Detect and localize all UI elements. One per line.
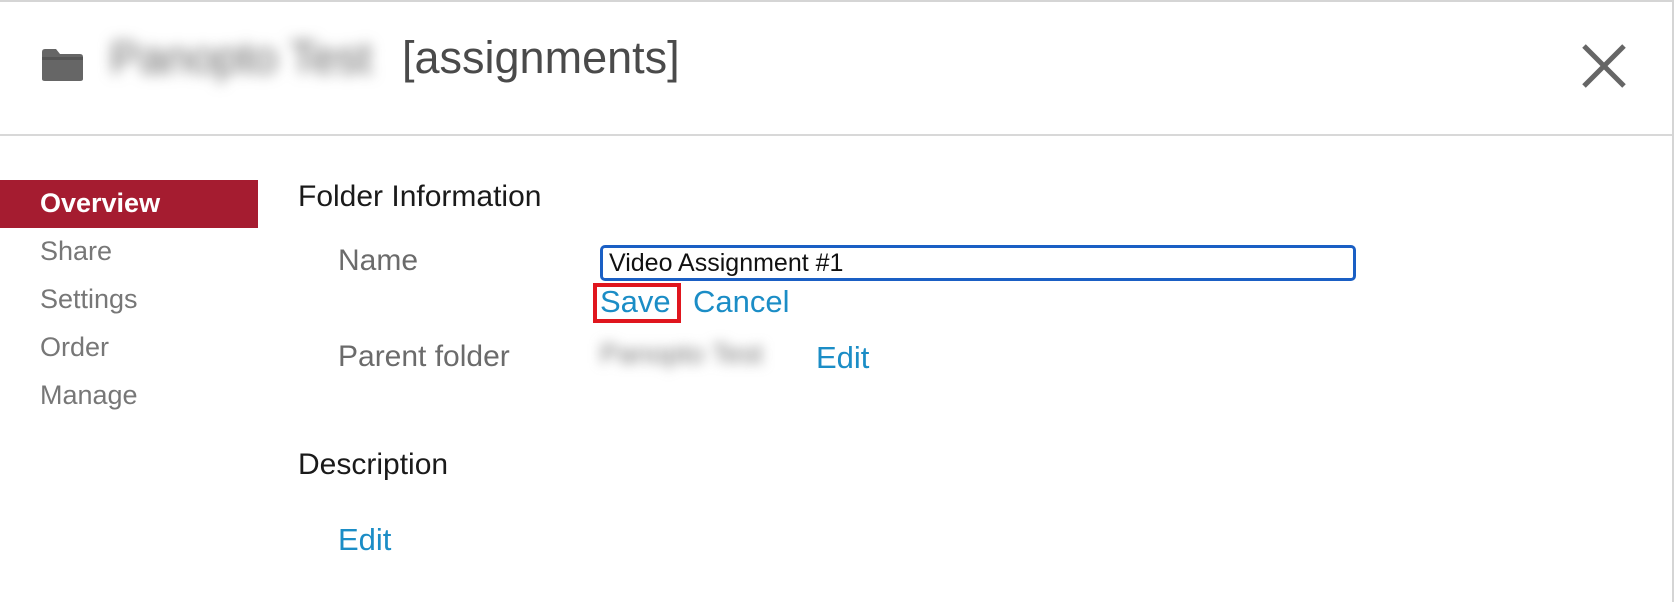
parent-folder-label: Parent folder (338, 340, 510, 373)
close-button[interactable] (1576, 38, 1632, 94)
close-icon (1582, 44, 1626, 88)
parent-folder-value: Panopto Test (600, 338, 763, 369)
tab-order[interactable]: Order (0, 324, 258, 372)
name-label: Name (338, 244, 419, 277)
folder-name-input[interactable] (600, 245, 1356, 281)
description-heading: Description (298, 448, 449, 481)
tab-overview[interactable]: Overview (0, 180, 258, 228)
description-edit-link[interactable]: Edit (338, 522, 391, 558)
tab-manage[interactable]: Manage (0, 372, 258, 420)
tab-settings[interactable]: Settings (0, 276, 258, 324)
sidebar-nav: Overview Share Settings Order Manage (0, 180, 258, 420)
tab-share[interactable]: Share (0, 228, 258, 276)
folder-title-suffix: [assignments] (402, 32, 680, 83)
cancel-button[interactable]: Cancel (693, 284, 790, 320)
dialog-header: Panopto Test [assignments] (0, 2, 1672, 136)
save-highlight-box (593, 283, 681, 323)
folder-information-heading: Folder Information (298, 180, 542, 213)
folder-icon (40, 46, 85, 82)
folder-title-name: Panopto Test (110, 32, 372, 83)
parent-folder-edit-link[interactable]: Edit (816, 340, 869, 376)
